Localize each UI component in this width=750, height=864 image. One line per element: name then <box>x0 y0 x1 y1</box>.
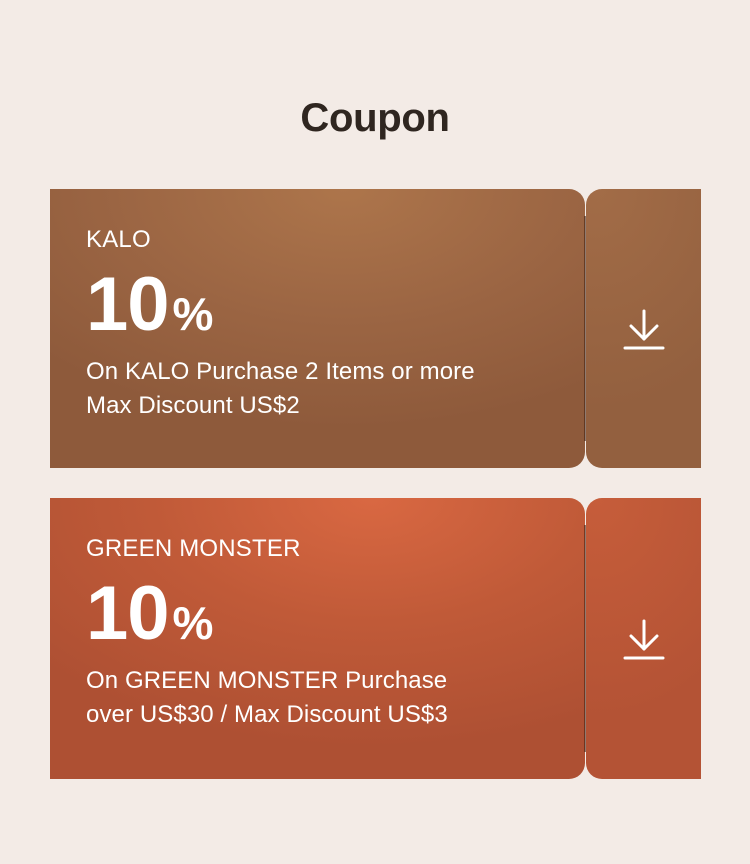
coupon-description-line: over US$30 / Max Discount US$3 <box>86 701 448 728</box>
coupon-discount: 10% <box>86 576 585 652</box>
download-coupon-button[interactable] <box>586 189 701 468</box>
coupon-body: KALO 10% On KALO Purchase 2 Items or mor… <box>50 189 585 468</box>
download-coupon-button[interactable] <box>586 498 701 779</box>
discount-unit: % <box>172 288 214 340</box>
coupon-brand: GREEN MONSTER <box>86 535 301 562</box>
discount-value: 10 <box>86 571 170 656</box>
download-icon <box>623 309 664 349</box>
coupon-body: GREEN MONSTER 10% On GREEN MONSTER Purch… <box>50 498 585 779</box>
coupon-description: On KALO Purchase 2 Items or more Max Dis… <box>86 355 585 423</box>
coupon-brand: KALO <box>86 226 151 253</box>
discount-value: 10 <box>86 262 170 347</box>
coupon-description-line: On KALO Purchase 2 Items or more <box>86 358 475 385</box>
coupon-card-kalo: KALO 10% On KALO Purchase 2 Items or mor… <box>50 189 701 468</box>
coupon-description-line: On GREEN MONSTER Purchase <box>86 667 448 694</box>
coupon-discount: 10% <box>86 267 585 343</box>
download-icon <box>623 619 664 659</box>
coupon-card-green-monster: GREEN MONSTER 10% On GREEN MONSTER Purch… <box>50 498 701 779</box>
coupon-description-line: Max Discount US$2 <box>86 392 300 419</box>
coupon-description: On GREEN MONSTER Purchase over US$30 / M… <box>86 664 585 732</box>
discount-unit: % <box>172 597 214 649</box>
page-title: Coupon <box>300 96 450 140</box>
